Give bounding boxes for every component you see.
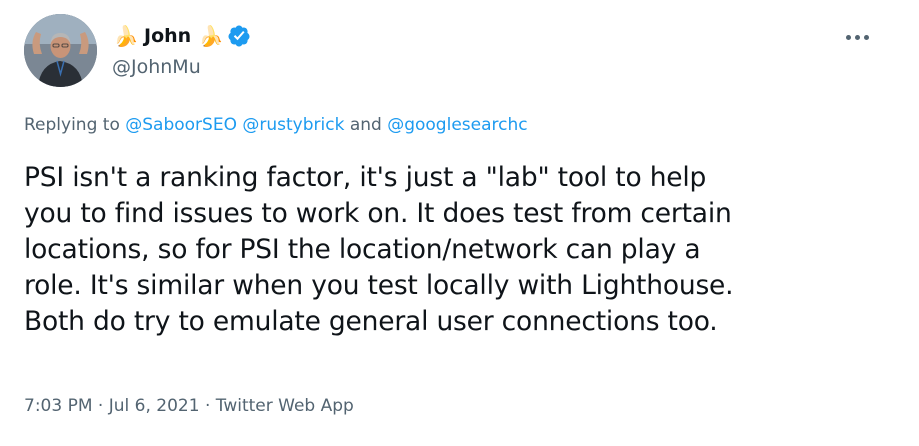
more-options-icon-dot [863,34,869,40]
mention-saboorseo[interactable]: @SaboorSEO [125,115,237,135]
tweet-meta: 7:03 PM · Jul 6, 2021 · Twitter Web App [24,396,354,416]
avatar[interactable] [24,14,97,87]
mention-googlesearchc[interactable]: @googlesearchc [387,115,527,135]
more-options-icon [845,34,851,40]
author-block: 🍌 John 🍌 @JohnMu [112,22,251,80]
mention-rustybrick[interactable]: @rustybrick [242,115,344,135]
verified-badge-icon [227,24,251,48]
avatar-photo-icon [24,14,97,87]
more-options-button[interactable] [837,22,877,52]
tweet-text-line: locations, so for PSI the location/netwo… [24,234,701,265]
replying-to-label: Replying to [24,115,126,135]
tweet-text-line: you to find issues to work on. It does t… [24,198,732,229]
display-name[interactable]: John [144,25,191,47]
tweet-card: 🍌 John 🍌 @JohnMu Replying to @SaboorSEO … [0,0,919,446]
replying-to-line: Replying to @SaboorSEO @rustybrick and @… [24,115,528,135]
tweet-date[interactable]: Jul 6, 2021 [109,396,200,416]
tweet-time[interactable]: 7:03 PM [24,396,93,416]
meta-separator: · [97,396,104,416]
user-handle[interactable]: @JohnMu [112,54,251,80]
more-options-icon-dot [854,34,860,40]
tweet-source[interactable]: Twitter Web App [216,396,354,416]
name-row[interactable]: 🍌 John 🍌 [112,22,251,50]
banana-emoji-left: 🍌 [113,24,139,48]
tweet-text-line: role. It's similar when you test locally… [24,270,734,301]
tweet-text: PSI isn't a ranking factor, it's just a … [24,160,904,340]
banana-emoji-right: 🍌 [198,24,224,48]
meta-separator: · [204,396,211,416]
tweet-text-line: PSI isn't a ranking factor, it's just a … [24,162,707,193]
reply-conjunction: and [349,115,382,135]
tweet-text-line: Both do try to emulate general user conn… [24,306,718,337]
